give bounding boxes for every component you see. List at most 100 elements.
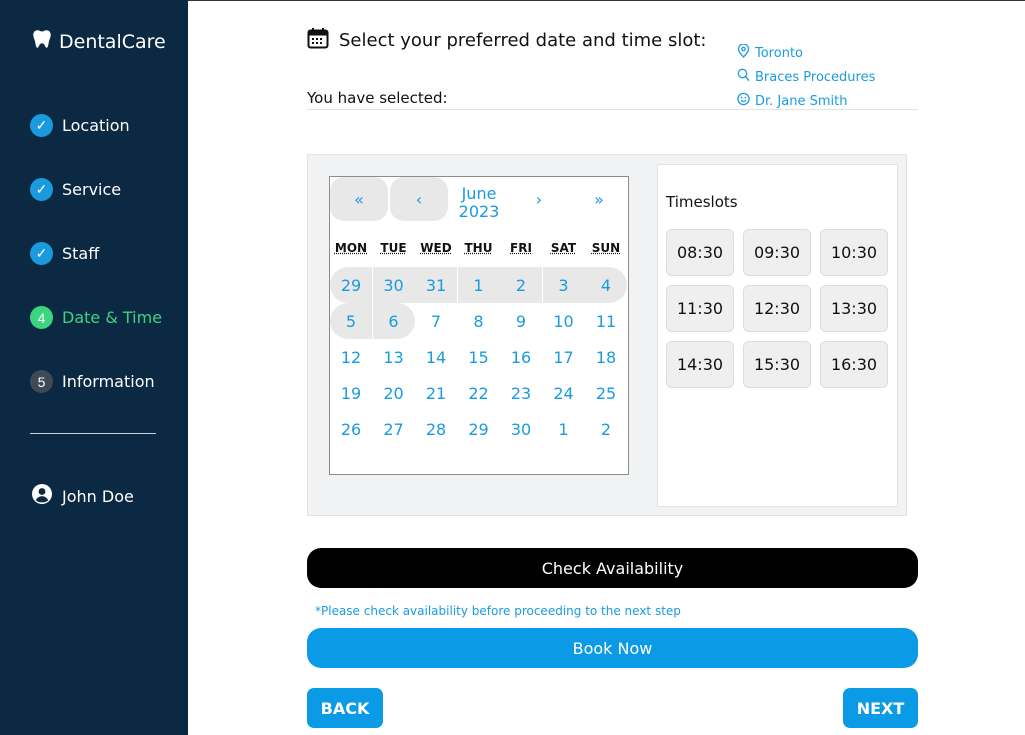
step-label: Date & Time [62,308,163,327]
calendar-day[interactable]: 19 [330,375,372,411]
selected-location-text: Toronto [755,45,803,61]
calendar-day[interactable]: 14 [415,339,457,375]
user-profile[interactable]: John Doe [32,484,134,509]
step-number-badge: 5 [30,370,53,393]
timeslot-button[interactable]: 10:30 [820,229,888,276]
page-title-text: Select your preferred date and time slot… [339,30,707,51]
calendar-day[interactable]: 21 [415,375,457,411]
selection-label: You have selected: [307,89,448,107]
calendar-day[interactable]: 13 [373,339,415,375]
calendar-day: 31 [415,267,457,303]
calendar-day[interactable]: 18 [585,339,627,375]
brand-logo[interactable]: DentalCare [31,28,166,55]
booking-panel: « ‹ June 2023 › » MON TUE WED THU FRI SAT SUN … [307,154,907,516]
timeslots-panel: Timeslots 08:30 09:30 10:30 11:30 12:30 13:30… [657,164,898,507]
calendar-day[interactable]: 12 [330,339,372,375]
availability-note: *Please check availability before procee… [315,604,681,618]
selected-service-text: Braces Procedures [755,69,876,85]
calendar-day: 2 [500,267,542,303]
calendar-day: 29 [330,267,372,303]
calendar-day[interactable]: 9 [500,303,542,339]
check-availability-button[interactable]: Check Availability [307,548,918,588]
timeslot-button[interactable]: 12:30 [743,285,811,332]
page-title: Select your preferred date and time slot… [307,27,706,54]
weekday-label: SAT [550,241,577,255]
calendar-day: 3 [542,267,585,303]
calendar-day[interactable]: 10 [543,303,585,339]
calendar-day[interactable]: 7 [415,303,457,339]
calendar-day: 6 [372,303,415,339]
prev-month-button[interactable]: ‹ [390,177,448,221]
timeslot-button[interactable]: 13:30 [820,285,888,332]
calendar-day[interactable]: 2 [585,411,627,447]
calendar-day[interactable]: 16 [500,339,542,375]
step-label: Service [62,180,122,199]
timeslot-button[interactable]: 16:30 [820,341,888,388]
calendar-day[interactable]: 24 [543,375,585,411]
step-location[interactable]: ✓ Location [30,114,130,137]
sidebar: DentalCare ✓ Location ✓ Service ✓ Staff … [0,0,188,735]
calendar-day[interactable]: 23 [500,375,542,411]
calendar-day[interactable]: 25 [585,375,627,411]
weekday-label: MON [334,241,368,255]
tooth-icon [31,28,53,55]
timeslot-button[interactable]: 15:30 [743,341,811,388]
prev-year-button[interactable]: « [330,177,388,221]
calendar-day[interactable]: 27 [373,411,415,447]
calendar-icon [307,27,329,54]
top-border [188,0,1025,1]
back-button[interactable]: BACK [307,688,383,728]
calendar-day[interactable]: 11 [585,303,627,339]
calendar-day[interactable]: 20 [373,375,415,411]
step-information[interactable]: 5 Information [30,370,155,393]
timeslot-button[interactable]: 09:30 [743,229,811,276]
selected-location[interactable]: Toronto [737,41,875,65]
step-service[interactable]: ✓ Service [30,178,121,201]
step-staff[interactable]: ✓ Staff [30,242,99,265]
user-name: John Doe [62,487,134,506]
step-label: Location [62,116,130,135]
step-label: Staff [62,244,100,263]
selected-staff[interactable]: Dr. Jane Smith [737,89,875,113]
calendar-day[interactable]: 28 [415,411,457,447]
month-year-label[interactable]: June 2023 [450,185,508,221]
calendar-day[interactable]: 29 [458,411,500,447]
calendar-day[interactable]: 17 [543,339,585,375]
timeslot-button[interactable]: 14:30 [666,341,734,388]
calendar-day: 30 [372,267,415,303]
calendar-day[interactable]: 1 [543,411,585,447]
check-icon: ✓ [30,242,53,265]
timeslot-button[interactable]: 11:30 [666,285,734,332]
selection-summary: Toronto Braces Procedures Dr. Jane Smith [737,41,875,113]
selected-service[interactable]: Braces Procedures [737,65,875,89]
calendar-day[interactable]: 22 [458,375,500,411]
sidebar-divider [30,433,156,434]
next-year-button[interactable]: » [570,177,628,221]
weekday-label: SUN [591,241,621,255]
calendar-day[interactable]: 30 [500,411,542,447]
check-icon: ✓ [30,114,53,137]
step-number-badge: 4 [30,306,53,329]
smiley-icon [737,92,750,110]
calendar-day: 5 [330,303,372,339]
weekday-label: FRI [510,241,532,255]
check-icon: ✓ [30,178,53,201]
calendar-day[interactable]: 8 [458,303,500,339]
weekday-header: MON TUE WED THU FRI SAT SUN [330,241,628,261]
map-pin-icon [737,43,750,62]
calendar-day[interactable]: 26 [330,411,372,447]
calendar-day: 4 [585,267,627,303]
book-now-button[interactable]: Book Now [307,628,918,668]
step-date-time[interactable]: 4 Date & Time [30,306,162,329]
next-month-button[interactable]: › [510,177,568,221]
step-label: Information [62,372,155,391]
user-circle-icon [32,484,52,509]
search-icon [737,68,750,86]
weekday-label: THU [464,241,493,255]
date-picker: « ‹ June 2023 › » MON TUE WED THU FRI SAT SUN … [329,176,629,475]
timeslot-button[interactable]: 08:30 [666,229,734,276]
calendar-day[interactable]: 15 [458,339,500,375]
year-label: 2023 [458,202,500,221]
next-button[interactable]: NEXT [843,688,918,728]
weekday-label: TUE [380,241,407,255]
